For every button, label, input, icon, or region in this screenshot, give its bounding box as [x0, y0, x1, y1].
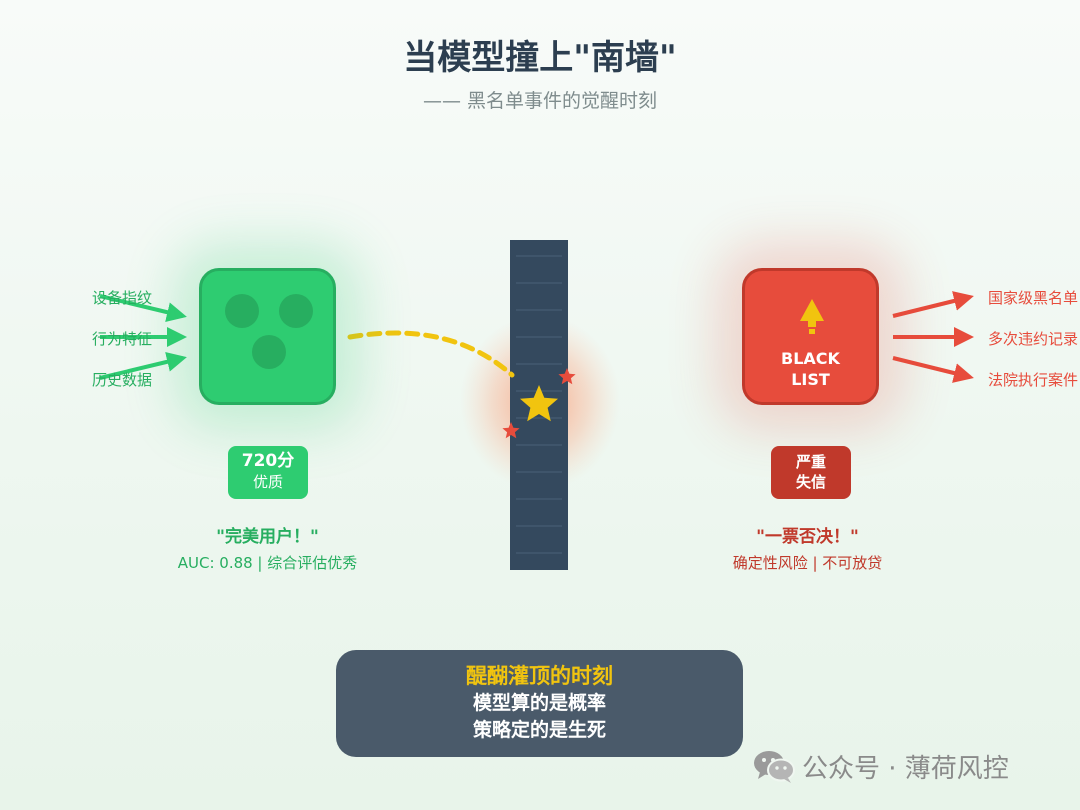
blacklist-text-line1: BLACK — [781, 349, 840, 368]
credit-badge: 严重 失信 — [771, 446, 851, 499]
credit-badge-line1: 严重 — [795, 453, 826, 471]
insight-line: 策略定的是生死 — [472, 719, 606, 741]
blacklist-box: BLACK LIST — [742, 268, 879, 405]
output-arrow — [892, 291, 974, 318]
warning-arrow-icon — [800, 299, 824, 334]
model-dot — [225, 294, 259, 328]
footer-watermark: 公众号 · 薄荷风控 — [752, 748, 1009, 784]
blacklist-text-line2: LIST — [791, 370, 830, 389]
model-box — [199, 268, 336, 405]
credit-badge-line2: 失信 — [795, 473, 826, 491]
model-note: AUC: 0.88 | 综合评估优秀 — [177, 554, 358, 572]
model-dot — [279, 294, 313, 328]
footer-text: 公众号 · 薄荷风控 — [802, 753, 1009, 784]
blacklist-quote: "一票否决！" — [756, 527, 859, 547]
model-quote: "完美用户！" — [216, 527, 319, 547]
score-grade: 优质 — [252, 473, 283, 491]
blacklist-note: 确定性风险 | 不可放贷 — [732, 554, 883, 572]
score-badge: 720分 优质 — [228, 446, 308, 499]
input-label-behavior-features: 行为特征 — [92, 330, 153, 348]
input-label-device-fingerprint: 设备指纹 — [92, 289, 153, 307]
output-arrow — [892, 356, 974, 383]
insight-title: 醍醐灌顶的时刻 — [466, 664, 613, 688]
wechat-icon — [754, 751, 795, 783]
input-label-history-data: 历史数据 — [92, 371, 153, 389]
output-label-court-cases: 法院执行案件 — [988, 371, 1079, 389]
insight-box: 醍醐灌顶的时刻 模型算的是概率 策略定的是生死 — [336, 650, 743, 757]
output-label-default-records: 多次违约记录 — [988, 330, 1079, 348]
insight-line: 模型算的是概率 — [472, 692, 606, 714]
output-label-national-blacklist: 国家级黑名单 — [988, 289, 1079, 307]
model-dot — [252, 335, 286, 369]
score-value: 720分 — [241, 451, 295, 471]
